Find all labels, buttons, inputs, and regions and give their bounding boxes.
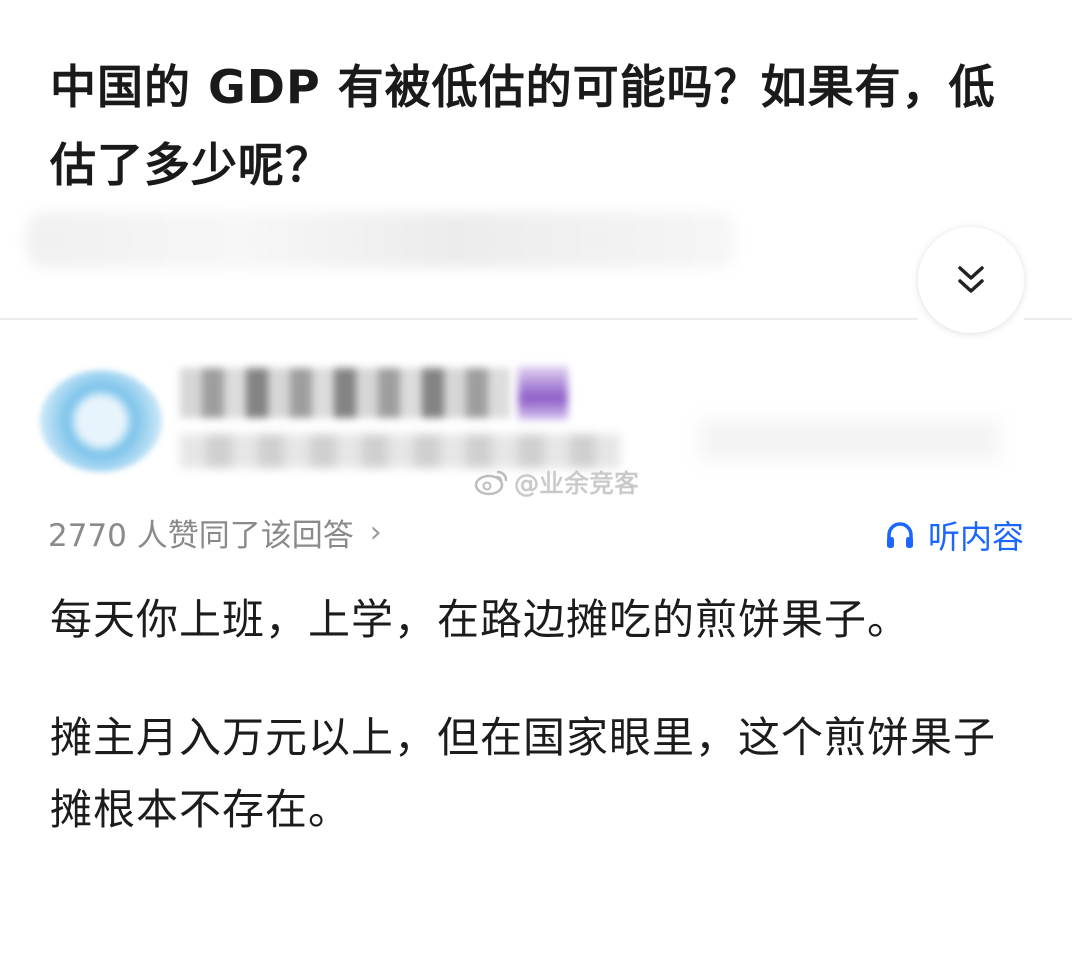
chevron-right-icon: › — [369, 515, 382, 550]
question-title: 中国的 GDP 有被低估的可能吗？如果有，低估了多少呢？ — [50, 60, 996, 192]
author-avatar[interactable] — [40, 370, 162, 472]
weibo-watermark: @业余竞客 — [474, 464, 639, 500]
follow-area-blurred — [700, 420, 1000, 460]
section-divider-right — [1024, 318, 1072, 320]
weibo-logo-icon — [474, 470, 508, 496]
answer-paragraph: 摊主月入万元以上，但在国家眼里，这个煎饼果子摊根本不存在。 — [50, 713, 997, 834]
question-description-blurred — [26, 212, 736, 268]
upvote-count-text: 2770 人赞同了该回答 — [48, 518, 354, 554]
headphones-icon — [886, 522, 913, 548]
section-divider — [0, 318, 918, 320]
answer-paragraph: 每天你上班，上学，在路边摊吃的煎饼果子。 — [50, 595, 911, 644]
author-bio-blurred — [180, 434, 620, 468]
double-chevron-down-icon — [958, 266, 984, 293]
watermark-text: @业余竞客 — [514, 469, 640, 498]
author-badge-blurred — [518, 366, 568, 420]
author-name-blurred[interactable] — [180, 368, 510, 418]
expand-question-button[interactable] — [918, 227, 1024, 333]
listen-content-button[interactable]: 听内容 — [884, 512, 1024, 558]
answer-body: 每天你上班，上学，在路边摊吃的煎饼果子。 摊主月入万元以上，但在国家眼里，这个煎… — [50, 584, 1030, 846]
listen-content-label: 听内容 — [927, 518, 1024, 556]
upvote-count-link[interactable]: 2770 人赞同了该回答 › — [48, 510, 382, 555]
